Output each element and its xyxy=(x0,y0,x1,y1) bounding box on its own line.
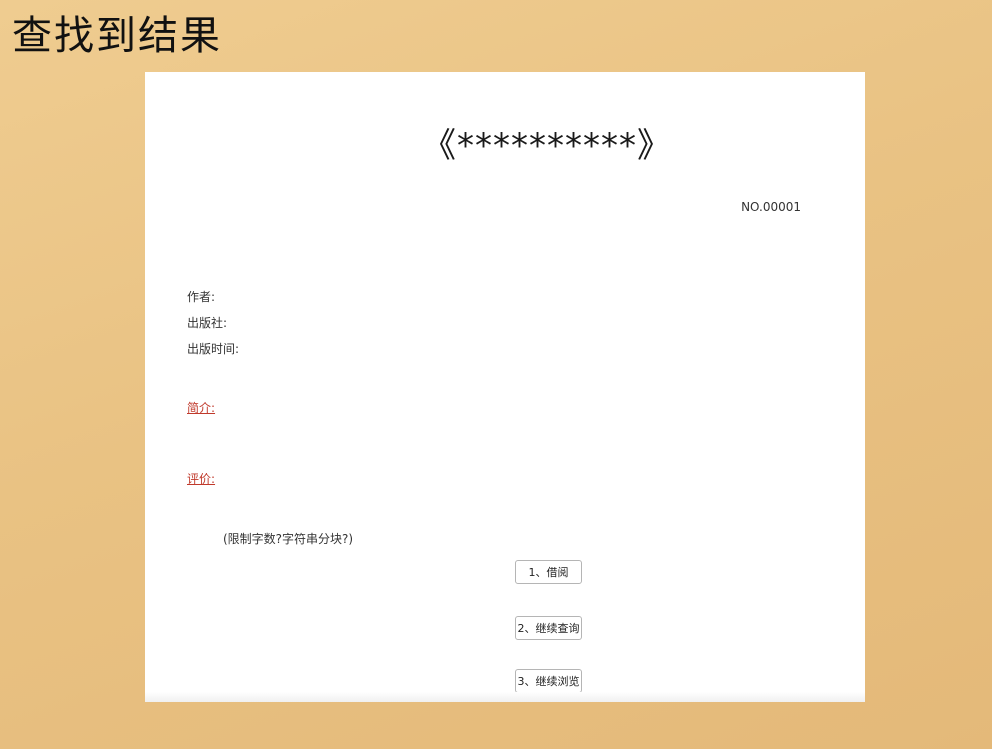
serial-number: NO.00001 xyxy=(741,200,801,214)
book-title: 《**********》 xyxy=(422,126,672,166)
borrow-button[interactable]: 1、借阅 xyxy=(515,560,582,584)
continue-search-button[interactable]: 2、继续查询 xyxy=(515,616,582,640)
author-label: 作者: xyxy=(187,290,216,304)
length-note: (限制字数?字符串分块?) xyxy=(223,532,354,546)
search-result-panel: 《**********》 NO.00001 作者: 出版社: 出版时间: 简介:… xyxy=(145,72,865,702)
slide-title: 查找到结果 xyxy=(12,13,222,59)
review-link[interactable]: 评价: xyxy=(187,470,215,487)
continue-browse-button[interactable]: 3、继续浏览 xyxy=(515,669,582,693)
panel-bottom-shadow xyxy=(145,692,865,702)
summary-link[interactable]: 简介: xyxy=(187,399,215,416)
publish-time-label: 出版时间: xyxy=(187,342,240,356)
publisher-label: 出版社: xyxy=(187,316,228,330)
